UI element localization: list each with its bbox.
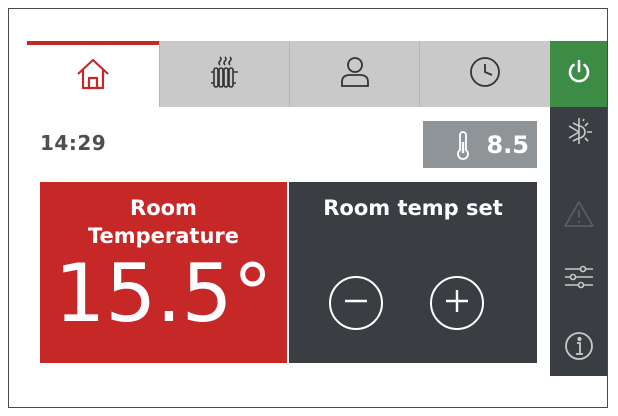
sidebar — [550, 41, 607, 376]
increase-button[interactable] — [430, 276, 484, 330]
tab-user[interactable] — [289, 41, 419, 107]
sun-snowflake-icon — [563, 116, 595, 152]
plus-icon — [442, 286, 472, 320]
clock-icon — [467, 54, 503, 94]
warning-icon — [563, 198, 595, 234]
power-button[interactable] — [550, 41, 607, 107]
room-temperature-value: 15.5° — [54, 247, 273, 340]
tab-schedule[interactable] — [419, 41, 550, 107]
outdoor-temperature: 8.5 — [423, 121, 537, 168]
setpoint-title: Room temp set — [323, 196, 503, 220]
radiator-icon — [207, 54, 243, 94]
minus-icon — [341, 286, 371, 320]
thermometer-icon — [457, 130, 470, 160]
decrease-button[interactable] — [329, 276, 383, 330]
info-button[interactable] — [550, 323, 607, 373]
settings-button[interactable] — [550, 254, 607, 304]
clock-time: 14:29 — [40, 131, 107, 155]
tab-heating[interactable] — [159, 41, 289, 107]
user-icon — [337, 54, 373, 94]
tab-home[interactable] — [27, 41, 159, 107]
alarm-button[interactable] — [550, 191, 607, 241]
outdoor-temp-value: 8.5 — [486, 130, 529, 159]
tab-bar — [27, 41, 550, 107]
home-icon — [75, 56, 111, 96]
sliders-icon — [563, 261, 595, 297]
power-icon — [563, 56, 595, 92]
room-temperature-panel: Room Temperature 15.5° — [40, 182, 287, 363]
mode-button[interactable] — [550, 109, 607, 159]
info-icon — [563, 330, 595, 366]
room-temperature-title: Room Temperature — [87, 196, 240, 248]
setpoint-panel: Room temp set — [289, 182, 537, 363]
